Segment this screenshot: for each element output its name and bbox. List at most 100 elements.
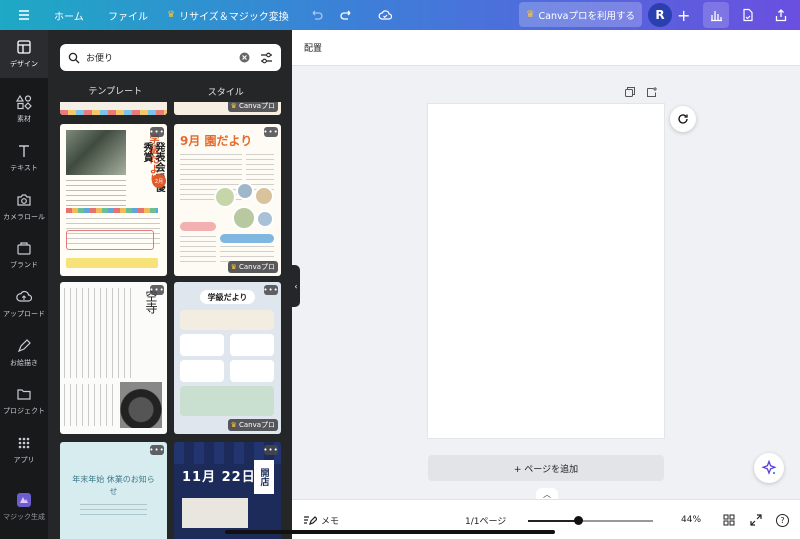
rail-item-design[interactable]: デザイン	[0, 30, 48, 78]
rail-item-upload[interactable]: アップロード	[0, 289, 48, 319]
zoom-slider-fill	[528, 520, 579, 522]
rail-label: ブランド	[10, 261, 38, 269]
undo-icon[interactable]	[309, 0, 323, 30]
more-options-icon[interactable]: •••	[149, 445, 164, 455]
zoom-slider-knob[interactable]	[574, 516, 584, 525]
tab-templates[interactable]: テンプレート	[60, 80, 171, 102]
rail-label: カメラロール	[3, 213, 45, 221]
help-icon: ?	[776, 513, 789, 527]
menu-icon[interactable]	[17, 0, 31, 30]
design-page[interactable]	[428, 104, 664, 438]
rail-item-text[interactable]: テキスト	[0, 143, 48, 173]
rail-item-projects[interactable]: プロジェクト	[0, 386, 48, 416]
template-title: 9月 園だより	[180, 134, 253, 148]
crown-icon: ♛	[230, 421, 237, 429]
template-date: 11月 22日	[182, 470, 256, 485]
pro-badge: ♛ Canvaプロ	[227, 419, 278, 431]
refresh-design-icon[interactable]	[670, 106, 696, 132]
rail-label: 素材	[17, 115, 31, 123]
elements-icon	[16, 94, 32, 110]
templates-panel: テンプレート スタイル ♛Canvaプロ 学級だより 発表会で優秀賞 2月 ••…	[48, 30, 292, 539]
pro-badge-label: Canvaプロ	[238, 263, 275, 271]
clear-icon[interactable]	[239, 52, 250, 63]
pro-badge-label: Canvaプロ	[238, 421, 275, 429]
add-collaborator-icon[interactable]: +	[677, 0, 690, 30]
rail-label: テキスト	[10, 164, 38, 172]
rail-label: アプリ	[13, 456, 35, 464]
apps-icon	[18, 437, 30, 449]
rail-item-camera-roll[interactable]: カメラロール	[0, 192, 48, 222]
canva-pro-button[interactable]: ♛ Canvaプロを利用する	[519, 2, 642, 27]
magic-resize-button[interactable]: ♛ リサイズ＆マジック変換	[167, 0, 289, 30]
magic-generate-icon	[17, 493, 31, 507]
more-options-icon[interactable]: •••	[263, 445, 278, 455]
search-icon	[68, 52, 80, 63]
pro-badge-label: Canvaプロ	[238, 102, 275, 110]
rail-item-draw[interactable]: お絵描き	[0, 338, 48, 368]
position-button[interactable]: 配置	[304, 41, 322, 54]
rail-label: マジック生成	[3, 513, 45, 521]
template-card[interactable]: 学級だより 発表会で優秀賞 2月 •••	[60, 124, 167, 276]
cloud-sync-icon[interactable]	[378, 0, 392, 30]
template-card[interactable]: ♛ Canvaプロ	[174, 102, 281, 115]
template-card[interactable]: 11月 22日 開店 •••	[174, 442, 281, 539]
template-title: 学級だより	[200, 290, 255, 304]
add-page-icon[interactable]	[646, 86, 658, 98]
search-box[interactable]	[60, 44, 281, 71]
search-input[interactable]	[86, 52, 226, 63]
month-badge: 2月	[152, 174, 166, 188]
document-check-icon[interactable]	[741, 0, 755, 30]
avatar[interactable]: R	[648, 3, 672, 27]
grid-view-icon[interactable]	[723, 500, 735, 539]
brand-icon	[17, 242, 31, 255]
top-bar: ホーム ファイル ♛ リサイズ＆マジック変換 ♛ Canvaプロを利用する R …	[0, 0, 800, 30]
workspace: 配置 + ページを追加 ︿ メモ 1/1ページ 44% ?	[292, 30, 800, 539]
template-card[interactable]: 学級だより ••• ♛ Canvaプロ	[174, 282, 281, 434]
layout-icon	[17, 40, 31, 54]
zoom-level[interactable]: 44%	[681, 500, 701, 539]
duplicate-page-icon[interactable]	[624, 86, 636, 98]
text-icon	[19, 145, 29, 157]
rail-label: アップロード	[3, 310, 45, 318]
crown-icon: ♛	[230, 263, 237, 271]
rail-item-brand[interactable]: ブランド	[0, 240, 48, 270]
more-options-icon[interactable]: •••	[263, 285, 278, 295]
share-icon[interactable]	[774, 0, 788, 30]
template-card[interactable]: 空寺 •••	[60, 282, 167, 434]
page-tools	[624, 86, 658, 98]
home-indicator	[225, 530, 555, 534]
rail-label: デザイン	[10, 60, 38, 68]
magic-resize-label: リサイズ＆マジック変換	[179, 11, 289, 23]
rail-label: プロジェクト	[3, 407, 45, 415]
draw-icon	[17, 339, 31, 353]
context-toolbar: 配置	[292, 30, 800, 66]
template-title: 開店	[254, 460, 274, 494]
insights-icon[interactable]	[703, 2, 729, 28]
help-button[interactable]: ?	[776, 500, 789, 539]
add-page-button[interactable]: + ページを追加	[428, 455, 664, 481]
template-grid: ♛ Canvaプロ 学級だより 発表会で優秀賞 2月 ••• 9月 園だより •…	[60, 102, 281, 539]
template-title: 年末年始 休業のお知らせ	[72, 475, 155, 496]
template-card[interactable]: 年末年始 休業のお知らせ •••	[60, 442, 167, 539]
rail-item-apps[interactable]: アプリ	[0, 435, 48, 465]
pro-badge: ♛ Canvaプロ	[227, 261, 278, 273]
filter-icon[interactable]	[260, 52, 273, 64]
magic-assistant-icon[interactable]	[754, 453, 784, 483]
pro-badge: ♛ Canvaプロ	[227, 102, 278, 112]
more-options-icon[interactable]: •••	[149, 285, 164, 295]
more-options-icon[interactable]: •••	[149, 127, 164, 137]
rail-item-elements[interactable]: 素材	[0, 94, 48, 124]
template-card[interactable]	[60, 102, 167, 115]
template-card[interactable]: 9月 園だより ••• ♛ Canvaプロ	[174, 124, 281, 276]
file-menu[interactable]: ファイル	[108, 0, 148, 30]
more-options-icon[interactable]: •••	[263, 127, 278, 137]
home-link[interactable]: ホーム	[54, 0, 84, 30]
tab-styles[interactable]: スタイル	[171, 80, 282, 102]
redo-icon[interactable]	[340, 0, 354, 30]
rail-label: お絵描き	[10, 359, 38, 367]
fullscreen-icon[interactable]	[750, 500, 762, 539]
camera-icon	[17, 194, 31, 206]
left-rail: デザイン 素材 テキスト カメラロール ブランド アップロード お絵描き プロジ…	[0, 30, 48, 539]
zoom-slider[interactable]	[528, 516, 653, 525]
rail-item-magic-generate[interactable]: マジック生成	[0, 492, 48, 522]
